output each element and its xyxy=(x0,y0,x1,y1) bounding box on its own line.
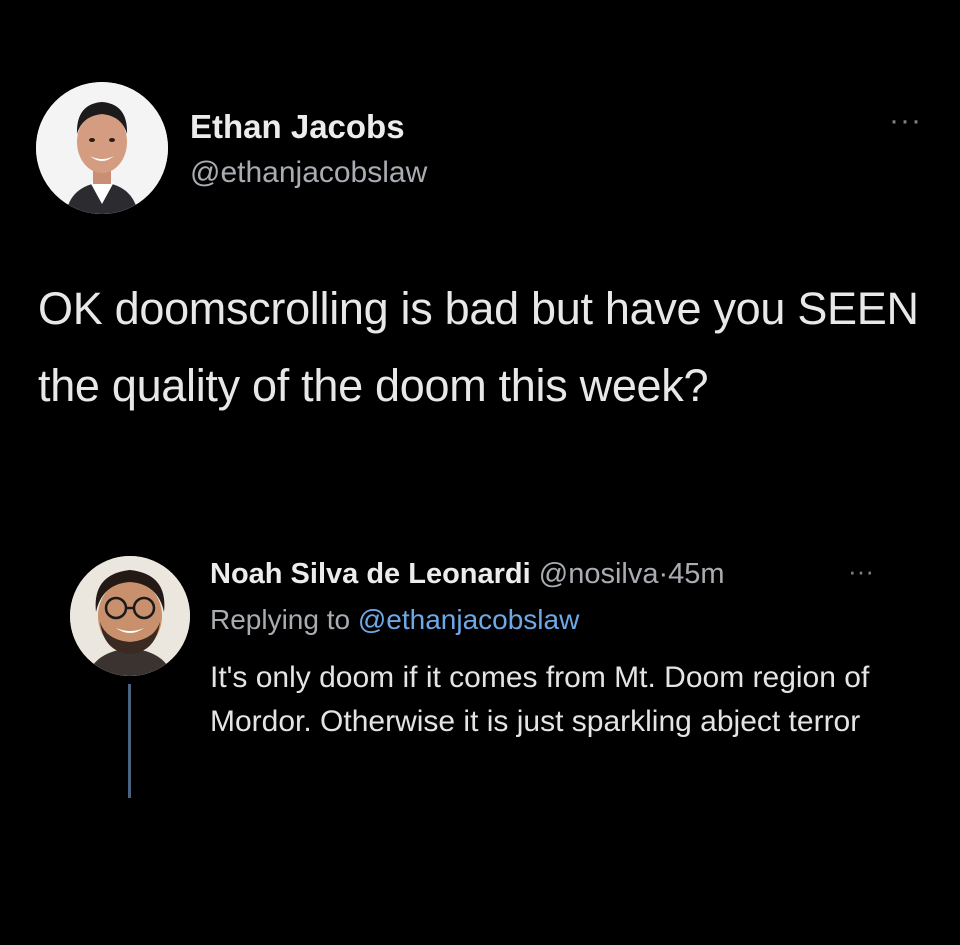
more-options-icon[interactable]: ··· xyxy=(889,104,922,138)
reply-author-handle[interactable]: @nosilva xyxy=(539,558,659,590)
reply-meta: Noah Silva de Leonardi @nosilva·45m xyxy=(210,558,725,591)
thread-line xyxy=(128,684,131,798)
reply-text: It's only doom if it comes from Mt. Doom… xyxy=(210,661,870,738)
reply-more-options-icon[interactable]: ··· xyxy=(848,556,874,587)
reply-author-name[interactable]: Noah Silva de Leonardi xyxy=(210,558,531,590)
replying-to-line: Replying to @ethanjacobslaw xyxy=(210,604,579,636)
author-name[interactable]: Ethan Jacobs xyxy=(190,108,405,146)
replying-to-label: Replying to xyxy=(210,604,351,635)
replying-to-handle-link[interactable]: @ethanjacobslaw xyxy=(358,604,579,635)
reply-timestamp[interactable]: 45m xyxy=(668,558,724,590)
reply-avatar-photo xyxy=(70,556,190,676)
meta-separator: · xyxy=(658,558,669,590)
reply-tweet[interactable]: Noah Silva de Leonardi @nosilva·45m ··· … xyxy=(70,556,930,806)
avatar[interactable] xyxy=(36,82,168,214)
author-handle[interactable]: @ethanjacobslaw xyxy=(190,156,427,190)
avatar-photo xyxy=(36,82,168,214)
tweet-text: OK doomscrolling is bad but have you SEE… xyxy=(38,283,919,411)
tweet-header: Ethan Jacobs @ethanjacobslaw ··· xyxy=(36,82,924,216)
reply-avatar[interactable] xyxy=(70,556,190,676)
